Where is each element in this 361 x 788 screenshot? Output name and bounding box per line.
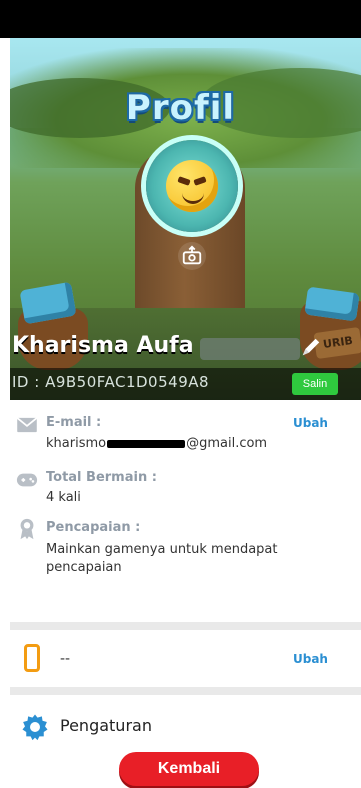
player-id: ID : A9B50FAC1D0549A8 [12, 373, 210, 391]
email-value: kharismo @gmail.com [46, 436, 267, 451]
back-button[interactable]: Kembali [119, 752, 259, 786]
total-plays-value: 4 kali [46, 490, 81, 505]
mail-icon [16, 417, 38, 433]
section-divider [10, 622, 361, 630]
email-label: E-mail : [46, 415, 102, 430]
copy-id-button[interactable]: Salin [292, 373, 338, 395]
mouth [182, 193, 204, 204]
eye-right [193, 176, 207, 186]
stone-slab [200, 338, 300, 360]
edit-pencil-icon[interactable] [300, 336, 322, 358]
edit-phone-link[interactable]: Ubah [293, 652, 328, 666]
achievement-value: Mainkan gamenya untuk mendapat pencapaia… [46, 542, 278, 575]
email-value-prefix: kharismo [46, 436, 107, 451]
camera-upload-button[interactable] [178, 242, 206, 270]
phone-value: -- [60, 651, 71, 667]
phone-icon [24, 644, 40, 672]
section-divider [10, 687, 361, 695]
page-title: Profil [125, 88, 236, 128]
redaction-bar [107, 439, 186, 448]
camera-upload-icon [182, 245, 202, 265]
smirk-face-icon [166, 160, 218, 212]
email-value-suffix: @gmail.com [186, 436, 268, 451]
settings-icon [22, 714, 48, 741]
gamepad-icon [16, 473, 38, 487]
eye-left [177, 176, 191, 186]
avatar[interactable] [146, 140, 238, 232]
edit-email-link[interactable]: Ubah [293, 416, 328, 430]
status-bar [0, 0, 361, 38]
total-plays-label: Total Bermain : [46, 470, 157, 485]
settings-link[interactable]: Pengaturan [60, 716, 152, 735]
medal-icon [20, 518, 34, 540]
achievement-label: Pencapaian : [46, 520, 141, 535]
player-name: Kharisma Aufa [12, 333, 194, 358]
